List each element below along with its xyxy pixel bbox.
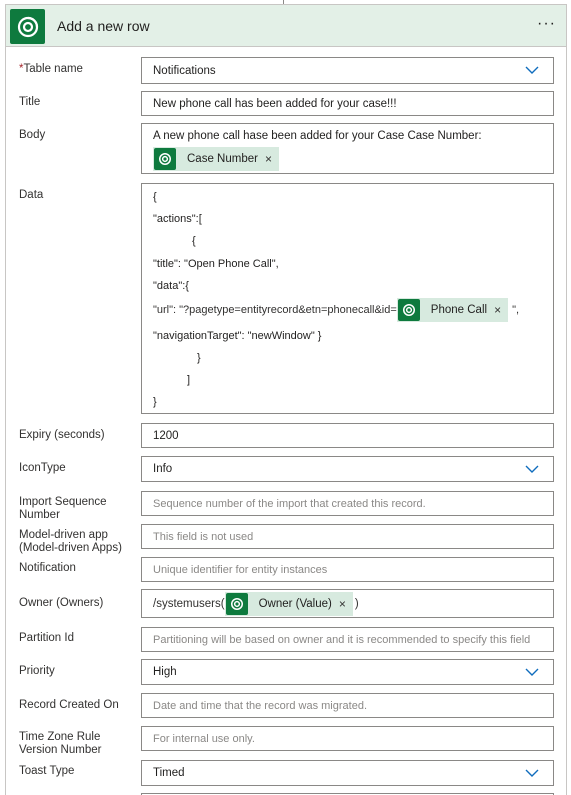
owner-value-line: /systemusers( Owner (Value) ×) xyxy=(153,592,359,616)
toast-type-label: Toast Type xyxy=(19,765,75,777)
data-url-prefix: "url": "?pagetype=entityrecord&etn=phone… xyxy=(153,303,397,316)
record-created-on-label: Record Created On xyxy=(19,699,119,711)
row-title: Title New phone call has been added for … xyxy=(6,91,566,117)
notification-label: Notification xyxy=(19,562,76,574)
row-record-created-on: Record Created On Date and time that the… xyxy=(6,693,566,719)
body-label: Body xyxy=(19,129,46,141)
import-sequence-input[interactable]: Sequence number of the import that creat… xyxy=(141,491,554,516)
data-line: } xyxy=(153,396,157,408)
record-created-on-input[interactable]: Date and time that the record was migrat… xyxy=(141,693,554,718)
row-data: Data { "actions":[ { "title": "Open Phon… xyxy=(6,183,566,415)
data-input[interactable]: { "actions":[ { "title": "Open Phone Cal… xyxy=(141,183,554,414)
title-input[interactable]: New phone call has been added for your c… xyxy=(141,91,554,116)
table-name-dropdown[interactable]: Notifications xyxy=(141,57,554,84)
data-line: { xyxy=(192,235,196,247)
import-sequence-placeholder: Sequence number of the import that creat… xyxy=(153,498,426,510)
add-row-action-card: Add a new row ··· *Table name Notificati… xyxy=(5,4,567,795)
expiry-value: 1200 xyxy=(153,430,179,442)
close-icon[interactable]: × xyxy=(265,152,272,166)
data-line: "actions":[ xyxy=(153,213,202,225)
expiry-input[interactable]: 1200 xyxy=(141,423,554,448)
data-label: Data xyxy=(19,189,44,201)
partition-id-placeholder: Partitioning will be based on owner and … xyxy=(153,634,531,646)
row-notification: Notification Unique identifier for entit… xyxy=(6,557,566,583)
card-header[interactable]: Add a new row ··· xyxy=(6,5,566,47)
table-name-value: Notifications xyxy=(153,65,216,77)
owner-label: Owner (Owners) xyxy=(19,597,104,609)
icon-type-label: IconType xyxy=(19,462,66,474)
close-icon[interactable]: × xyxy=(339,597,346,611)
row-priority: Priority High xyxy=(6,659,566,686)
model-driven-app-label: Model-driven app (Model-driven Apps) xyxy=(19,529,122,554)
body-value: A new phone call hase been added for you… xyxy=(153,130,482,142)
phone-call-token[interactable]: Phone Call × xyxy=(396,298,509,322)
table-name-label: *Table name xyxy=(19,63,137,76)
chevron-down-icon[interactable] xyxy=(525,66,539,75)
row-table-name: *Table name Notifications xyxy=(6,57,566,85)
import-sequence-label: Import Sequence Number xyxy=(19,496,107,521)
title-label: Title xyxy=(19,96,41,108)
expiry-label: Expiry (seconds) xyxy=(19,429,105,441)
case-number-token[interactable]: Case Number × xyxy=(153,147,279,171)
dataverse-icon xyxy=(154,148,176,170)
dataverse-icon xyxy=(10,9,45,44)
toast-type-value: Timed xyxy=(153,767,185,779)
row-partition-id: Partition Id Partitioning will be based … xyxy=(6,627,566,653)
icon-type-value: Info xyxy=(153,463,173,475)
data-line: "navigationTarget": "newWindow" } xyxy=(153,330,322,342)
priority-value: High xyxy=(153,666,177,678)
record-created-on-placeholder: Date and time that the record was migrat… xyxy=(153,700,367,712)
owner-prefix: /systemusers( xyxy=(153,598,225,611)
phone-call-token-label: Phone Call xyxy=(430,304,488,316)
dataverse-icon xyxy=(397,299,420,321)
close-icon[interactable]: × xyxy=(494,303,501,317)
toast-type-dropdown[interactable]: Timed xyxy=(141,760,554,786)
row-model-driven-app: Model-driven app (Model-driven Apps) Thi… xyxy=(6,524,566,554)
priority-label: Priority xyxy=(19,665,55,677)
data-line: "data":{ xyxy=(153,280,189,292)
icon-type-dropdown[interactable]: Info xyxy=(141,456,554,482)
notification-input[interactable]: Unique identifier for entity instances xyxy=(141,557,554,582)
owner-suffix: ) xyxy=(354,598,359,611)
row-owner: Owner (Owners) /systemusers(Owner (Value… xyxy=(6,589,566,619)
owner-input[interactable]: /systemusers( Owner (Value) ×) xyxy=(141,589,554,618)
chevron-down-icon[interactable] xyxy=(525,668,539,677)
data-line: { xyxy=(153,191,157,203)
data-line: ] xyxy=(187,374,191,386)
time-zone-input[interactable]: For internal use only. xyxy=(141,726,554,751)
chevron-down-icon[interactable] xyxy=(525,769,539,778)
row-import-sequence: Import Sequence Number Sequence number o… xyxy=(6,491,566,521)
more-options-button[interactable]: ··· xyxy=(537,15,556,33)
notification-placeholder: Unique identifier for entity instances xyxy=(153,564,328,576)
case-number-token-label: Case Number xyxy=(187,153,258,165)
data-url-line: "url": "?pagetype=entityrecord&etn=phone… xyxy=(153,298,519,322)
owner-value-token[interactable]: Owner (Value) × xyxy=(224,592,353,616)
row-toast-type: Toast Type Timed xyxy=(6,760,566,787)
row-icon-type: IconType Info xyxy=(6,456,566,483)
card-title: Add a new row xyxy=(57,18,150,34)
partition-id-label: Partition Id xyxy=(19,632,74,644)
partition-id-input[interactable]: Partitioning will be based on owner and … xyxy=(141,627,554,652)
chevron-down-icon[interactable] xyxy=(525,465,539,474)
model-driven-app-input[interactable]: This field is not used xyxy=(141,524,554,549)
row-time-zone: Time Zone Rule Version Number For intern… xyxy=(6,726,566,756)
dataverse-icon xyxy=(225,593,248,615)
data-url-suffix: ", xyxy=(512,303,520,316)
data-line: } xyxy=(197,352,201,364)
priority-dropdown[interactable]: High xyxy=(141,659,554,685)
data-line: "title": "Open Phone Call", xyxy=(153,258,279,270)
row-expiry: Expiry (seconds) 1200 xyxy=(6,423,566,449)
title-value: New phone call has been added for your c… xyxy=(153,98,397,110)
body-input[interactable]: A new phone call hase been added for you… xyxy=(141,123,554,174)
model-driven-app-placeholder: This field is not used xyxy=(153,531,254,543)
row-body: Body A new phone call hase been added fo… xyxy=(6,123,566,175)
time-zone-label: Time Zone Rule Version Number xyxy=(19,731,102,756)
owner-token-label: Owner (Value) xyxy=(258,598,332,610)
time-zone-placeholder: For internal use only. xyxy=(153,733,255,745)
table-name-label-text: Table name xyxy=(23,63,83,75)
